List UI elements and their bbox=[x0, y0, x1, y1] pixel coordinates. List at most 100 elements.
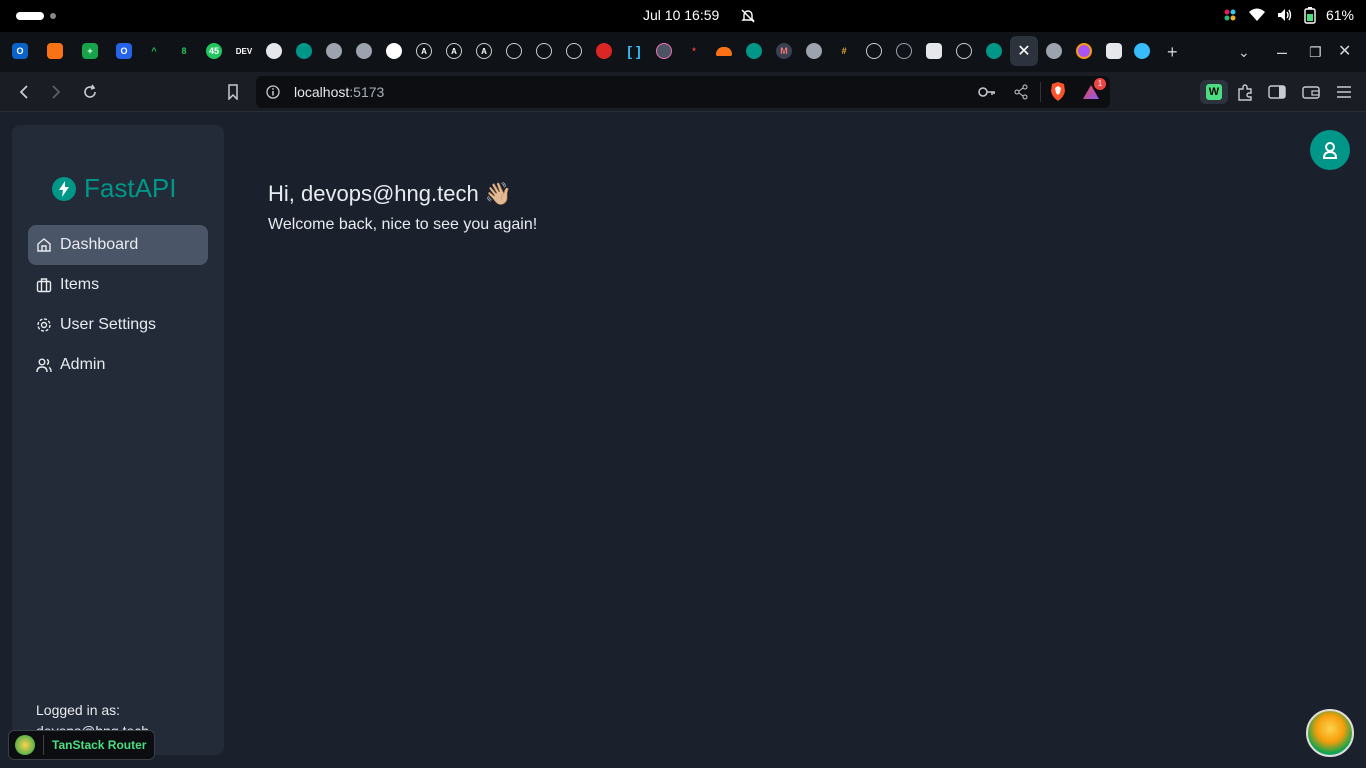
brave-shields-icon[interactable] bbox=[1050, 82, 1066, 102]
share-icon[interactable] bbox=[1014, 84, 1028, 100]
os-clock[interactable]: Jul 10 16:59 bbox=[643, 7, 719, 23]
github-outline-icon bbox=[506, 43, 522, 59]
tab-sheets[interactable]: + bbox=[76, 36, 104, 66]
tab-green-up[interactable]: ^ bbox=[140, 36, 168, 66]
page-greeting: Hi, devops@hng.tech 👋🏼 bbox=[268, 181, 513, 206]
tab-github[interactable] bbox=[380, 36, 408, 66]
battery-icon[interactable] bbox=[1304, 6, 1316, 24]
tab-gh-3[interactable] bbox=[560, 36, 588, 66]
tab-shield[interactable] bbox=[590, 36, 618, 66]
tab-circle-app[interactable] bbox=[650, 36, 678, 66]
user-menu-button[interactable] bbox=[1310, 130, 1350, 170]
tab-globe-4[interactable] bbox=[1040, 36, 1068, 66]
tab-red-dot[interactable] bbox=[950, 36, 978, 66]
os-top-bar: Jul 10 16:59 61% bbox=[0, 0, 1366, 32]
tab-outlook[interactable]: O bbox=[6, 36, 34, 66]
divider bbox=[43, 735, 44, 755]
chat-bubbles-icon bbox=[1106, 43, 1122, 59]
tab-chat-2[interactable] bbox=[1100, 36, 1128, 66]
tab-hex-app[interactable] bbox=[1070, 36, 1098, 66]
tab-red-bug[interactable]: * bbox=[680, 36, 708, 66]
cloudflare-icon bbox=[716, 46, 732, 56]
tab-gmail[interactable]: M bbox=[770, 36, 798, 66]
workspace-dot[interactable] bbox=[50, 13, 56, 19]
sidebar-item-admin[interactable]: Admin bbox=[28, 345, 208, 385]
sidebar: FastAPI Dashboard Items User Settings Ad… bbox=[12, 125, 224, 755]
tab-chat-1[interactable] bbox=[920, 36, 948, 66]
tab-fastapi-1[interactable] bbox=[290, 36, 318, 66]
notifications-muted-icon[interactable] bbox=[740, 8, 756, 24]
tanstack-query-devtools-icon[interactable] bbox=[1306, 709, 1354, 757]
minimize-icon[interactable]: – bbox=[1277, 42, 1287, 62]
tanstack-logo-icon bbox=[15, 735, 35, 755]
back-icon[interactable] bbox=[14, 82, 34, 102]
window-close-icon[interactable]: ✕ bbox=[1338, 42, 1351, 62]
wallet-icon[interactable] bbox=[1302, 84, 1320, 100]
bookmark-icon[interactable] bbox=[223, 82, 243, 102]
sidebar-toggle-icon[interactable] bbox=[1268, 84, 1286, 100]
app-page: FastAPI Dashboard Items User Settings Ad… bbox=[0, 113, 1366, 768]
tab-a-1[interactable]: A bbox=[410, 36, 438, 66]
welcome-message: Welcome back, nice to see you again! bbox=[268, 216, 538, 233]
fastapi-icon bbox=[746, 43, 762, 59]
fastapi-icon bbox=[296, 43, 312, 59]
key-icon[interactable] bbox=[978, 85, 996, 99]
tab-a-3[interactable]: A bbox=[470, 36, 498, 66]
forward-icon[interactable] bbox=[46, 82, 66, 102]
site-info-icon[interactable] bbox=[266, 85, 280, 99]
letter-a-icon: A bbox=[416, 43, 432, 59]
tab-app-orange[interactable] bbox=[41, 36, 69, 66]
tab-a-2[interactable]: A bbox=[440, 36, 468, 66]
bug-icon: * bbox=[686, 43, 702, 59]
close-icon[interactable]: ✕ bbox=[1017, 41, 1030, 61]
address-bar[interactable]: localhost:5173 1 bbox=[256, 76, 1110, 108]
slack-icon: # bbox=[836, 43, 852, 59]
outlook-icon: O bbox=[12, 43, 28, 59]
restore-icon[interactable]: ❐ bbox=[1309, 42, 1322, 62]
tab-brackets[interactable]: [ ] bbox=[620, 36, 648, 66]
tab-fastapi-3[interactable] bbox=[980, 36, 1008, 66]
tab-active-close[interactable]: ✕ bbox=[1010, 36, 1038, 66]
tab-blue-app[interactable] bbox=[1128, 36, 1156, 66]
tab-globe-2[interactable] bbox=[350, 36, 378, 66]
tab-chatgpt[interactable] bbox=[260, 36, 288, 66]
sidebar-item-label: Items bbox=[60, 276, 100, 293]
url-text[interactable]: localhost:5173 bbox=[294, 84, 384, 100]
tab-fastapi-2[interactable] bbox=[740, 36, 768, 66]
sidebar-item-items[interactable]: Items bbox=[28, 265, 208, 305]
sidebar-item-user-settings[interactable]: User Settings bbox=[28, 305, 208, 345]
new-tab-icon[interactable]: + bbox=[1167, 42, 1178, 62]
whatsapp-icon: 45 bbox=[206, 43, 222, 59]
tab-search-chevron-icon[interactable]: ⌄ bbox=[1238, 42, 1250, 62]
tab-whatsapp[interactable]: 45 bbox=[200, 36, 228, 66]
url-port: :5173 bbox=[349, 84, 385, 100]
volume-icon[interactable] bbox=[1276, 7, 1294, 23]
extension-w-button[interactable]: W bbox=[1200, 80, 1228, 104]
reload-icon[interactable] bbox=[80, 82, 100, 102]
tab-green-8[interactable]: 8 bbox=[170, 36, 198, 66]
tab-gh-2[interactable] bbox=[530, 36, 558, 66]
extensions-puzzle-icon[interactable] bbox=[1236, 84, 1254, 102]
tab-cloudflare[interactable] bbox=[710, 36, 738, 66]
sidebar-item-label: Dashboard bbox=[60, 236, 139, 253]
users-icon bbox=[36, 358, 52, 373]
tab-dev[interactable]: DEV bbox=[230, 36, 258, 66]
slack-tray-icon[interactable] bbox=[1222, 7, 1238, 23]
tab-gh-1[interactable] bbox=[500, 36, 528, 66]
menu-icon[interactable] bbox=[1336, 85, 1352, 99]
system-tray[interactable]: 61% bbox=[1222, 6, 1354, 24]
sidebar-item-dashboard[interactable]: Dashboard bbox=[28, 225, 208, 265]
wifi-icon[interactable] bbox=[1248, 7, 1266, 23]
workspace-indicator[interactable] bbox=[16, 12, 44, 20]
tab-outlook-2[interactable]: O bbox=[110, 36, 138, 66]
chevron-up-icon: ^ bbox=[146, 43, 162, 59]
tanstack-router-devtools-toggle[interactable]: TanStack Router bbox=[8, 730, 155, 760]
tab-globe-3[interactable] bbox=[800, 36, 828, 66]
app-logo[interactable]: FastAPI bbox=[52, 173, 176, 204]
tab-globe-1[interactable] bbox=[320, 36, 348, 66]
tab-slack[interactable]: # bbox=[830, 36, 858, 66]
tab-gh-4[interactable] bbox=[860, 36, 888, 66]
record-icon bbox=[956, 43, 972, 59]
home-icon bbox=[37, 238, 51, 252]
tab-gear-app[interactable] bbox=[890, 36, 918, 66]
